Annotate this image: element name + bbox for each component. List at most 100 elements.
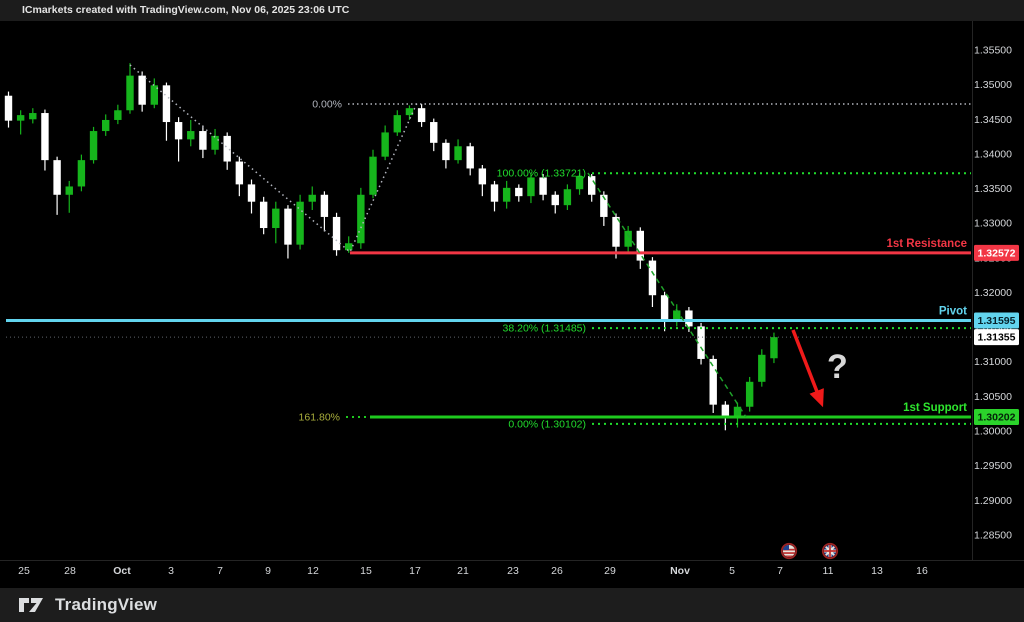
time-axis-label: Oct	[113, 565, 131, 577]
candle	[661, 295, 668, 321]
candle	[406, 108, 413, 115]
price-axis-label: 1.32000	[974, 287, 1012, 299]
level-label-fib-green-0: 0.00% (1.30102)	[508, 418, 586, 430]
tradingview-brand-text[interactable]: TradingView	[55, 595, 157, 615]
level-label-fib-green-382: 38.20% (1.31485)	[503, 323, 586, 335]
candle	[284, 209, 291, 245]
time-axis-label: 7	[777, 565, 783, 577]
candle	[770, 337, 777, 358]
level-label-fib-gray-0: 0.00%	[312, 99, 342, 111]
time-axis-label: 3	[168, 565, 174, 577]
time-axis-label: 21	[457, 565, 469, 577]
price-badge-text-first-support: 1.30202	[978, 411, 1016, 423]
tradingview-chart-page: { "header": { "title": "ICmarkets create…	[0, 0, 1024, 622]
chart-title: ICmarkets created with TradingView.com, …	[22, 4, 349, 16]
candle	[248, 184, 255, 201]
candle	[564, 189, 571, 205]
price-axis-label: 1.28500	[974, 529, 1012, 541]
gb-flag-icon[interactable]	[823, 544, 837, 558]
candle	[588, 176, 595, 195]
level-name-pivot: Pivot	[939, 305, 967, 317]
time-axis-label: 12	[307, 565, 319, 577]
time-axis-label: 26	[551, 565, 563, 577]
chart-header-bar: ICmarkets created with TradingView.com, …	[0, 0, 1024, 21]
candle	[394, 115, 401, 132]
time-axis-label: 16	[916, 565, 928, 577]
candle	[66, 186, 73, 194]
impulse-trendline[interactable]	[588, 173, 746, 417]
candle	[418, 108, 425, 122]
candlestick-series	[5, 63, 778, 430]
candle	[624, 231, 631, 247]
candle	[381, 132, 388, 156]
candle	[211, 136, 218, 150]
candle	[236, 162, 243, 185]
candle	[454, 146, 461, 160]
price-axis-label: 1.29000	[974, 495, 1012, 507]
time-axis-label: 13	[871, 565, 883, 577]
time-axis-label: 11	[823, 565, 834, 577]
candle	[746, 382, 753, 407]
price-axis-label: 1.35000	[974, 79, 1012, 91]
level-name-first-support: 1st Support	[903, 402, 967, 414]
price-chart-canvas[interactable]: 0.00% 100.00% (1.33721) 1st Resistance Pivo…	[0, 21, 1024, 588]
candle	[369, 157, 376, 195]
candle	[138, 76, 145, 105]
candle	[260, 202, 267, 228]
candle	[187, 131, 194, 139]
time-axis-label: Nov	[670, 565, 690, 577]
candle	[224, 136, 231, 162]
candle	[345, 243, 352, 250]
candle	[527, 177, 534, 196]
candle	[309, 195, 316, 202]
candle	[649, 261, 656, 296]
time-axis-label: 9	[265, 565, 271, 577]
candle	[357, 195, 364, 243]
price-axis-label: 1.34500	[974, 114, 1012, 126]
candle	[78, 160, 85, 186]
price-badge-text-first-resistance: 1.32572	[978, 247, 1016, 259]
down-arrow-drawing[interactable]	[793, 330, 821, 402]
level-label-fib-green-100: 100.00% (1.33721)	[497, 168, 586, 180]
time-axis-label: 5	[729, 565, 735, 577]
candle	[491, 184, 498, 201]
question-mark-annotation[interactable]: ?	[827, 348, 848, 386]
time-axis[interactable]: 2528Oct37912151721232629Nov57111316	[18, 565, 928, 577]
level-label-first-support: 161.80%	[299, 411, 340, 423]
us-flag-icon[interactable]	[782, 544, 796, 558]
candle	[442, 143, 449, 160]
time-axis-label: 29	[604, 565, 616, 577]
candle	[539, 177, 546, 194]
candle	[333, 217, 340, 250]
price-axis-label: 1.34000	[974, 148, 1012, 160]
price-axis[interactable]: 1.355001.350001.345001.340001.335001.330…	[974, 45, 1012, 542]
footer-bar: TradingView	[0, 588, 1024, 622]
time-axis-label: 25	[18, 565, 30, 577]
candle	[758, 355, 765, 382]
price-axis-label: 1.33500	[974, 183, 1012, 195]
candle	[430, 122, 437, 143]
price-badge-text-last-price-line: 1.31355	[978, 332, 1016, 344]
candle	[5, 96, 12, 121]
price-axis-label: 1.29500	[974, 460, 1012, 472]
candle	[503, 188, 510, 202]
candle	[126, 76, 133, 111]
candle	[515, 188, 522, 196]
candle	[29, 113, 36, 119]
candle	[479, 168, 486, 184]
tradingview-logo-icon[interactable]	[18, 596, 46, 614]
price-axis-label: 1.30000	[974, 425, 1012, 437]
candle	[17, 115, 24, 121]
price-axis-label: 1.31000	[974, 356, 1012, 368]
candle	[175, 122, 182, 139]
time-axis-label: 7	[217, 565, 223, 577]
price-axis-label: 1.33000	[974, 218, 1012, 230]
level-name-first-resistance: 1st Resistance	[886, 238, 967, 250]
time-axis-label: 28	[64, 565, 76, 577]
price-badge-text-pivot: 1.31595	[978, 315, 1016, 327]
candle	[637, 231, 644, 261]
candle	[199, 131, 206, 150]
candle	[102, 120, 109, 131]
candle	[90, 131, 97, 160]
candle	[53, 160, 60, 195]
